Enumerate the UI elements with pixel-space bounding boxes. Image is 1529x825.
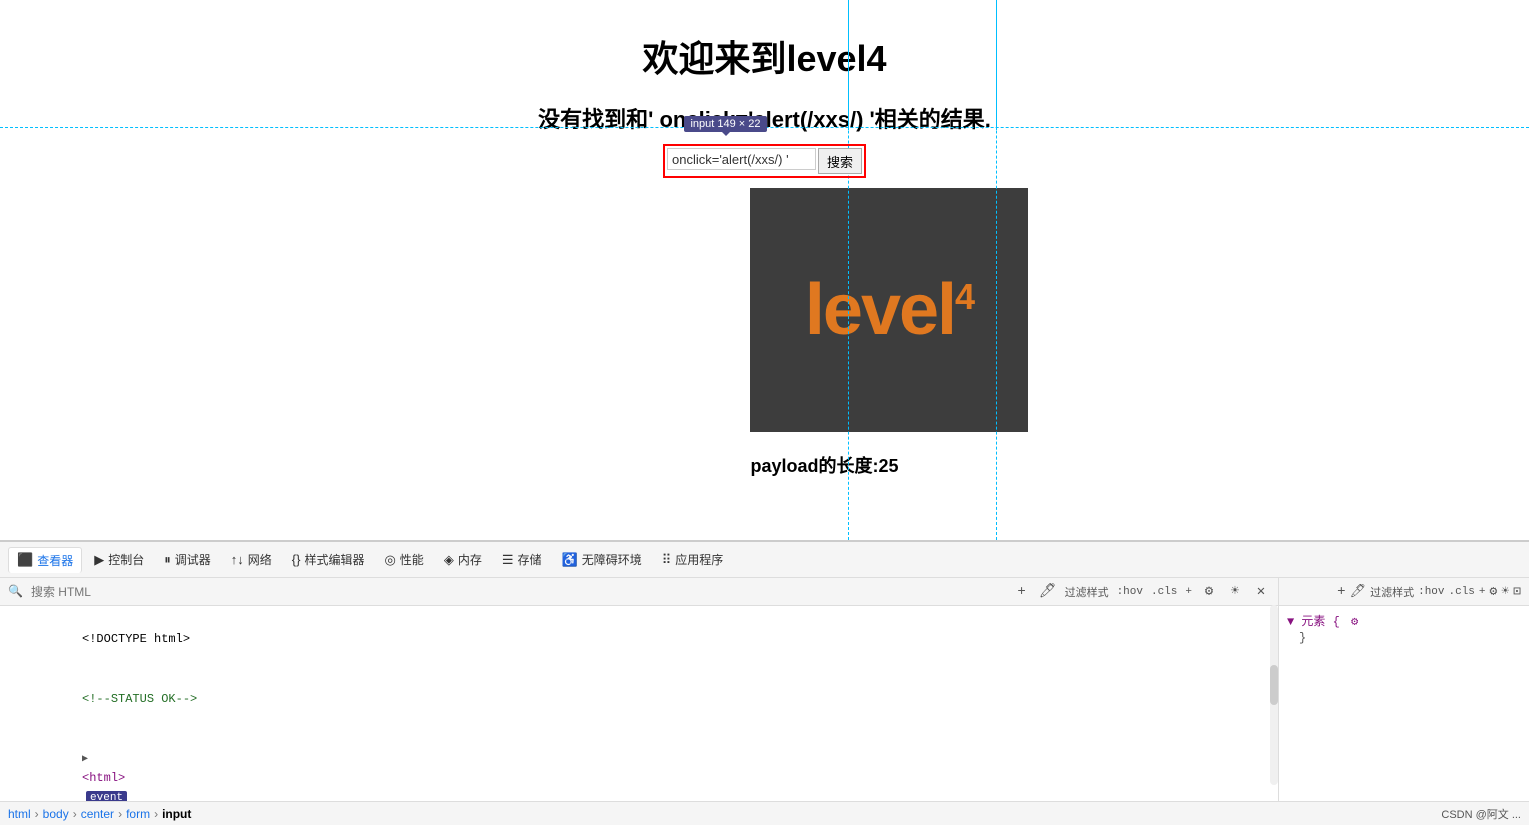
accessibility-icon: ♿ — [562, 552, 578, 568]
styles-content: ▼ 元素 { ⚙ } — [1279, 606, 1529, 651]
level4-image: level4 — [750, 188, 1028, 432]
html-panel[interactable]: 🔍 + 🖊 过滤样式 :hov .cls + ⚙ ☀ ✕ <! — [0, 578, 1279, 801]
class-button[interactable]: .cls — [1151, 586, 1177, 598]
devtools-right-tools: + 🖊 过滤样式 :hov .cls + ⚙ ☀ ✕ — [1013, 583, 1270, 601]
inspector-icon: ⬛ — [17, 552, 33, 568]
styles-selector: ▼ 元素 { ⚙ — [1287, 612, 1521, 629]
debugger-icon: ⏸ — [164, 552, 171, 568]
overflow-styles-icon[interactable]: ⊡ — [1513, 584, 1521, 599]
html-panel-toolbar: 🔍 + 🖊 过滤样式 :hov .cls + ⚙ ☀ ✕ — [0, 578, 1278, 606]
main-page: 欢迎来到level4 没有找到和' onclick='alert(/xxs/) … — [0, 0, 1529, 540]
search-html-input[interactable] — [31, 585, 1005, 599]
tab-style-editor[interactable]: {} 样式编辑器 — [284, 547, 373, 572]
search-form-wrapper: 搜索 — [663, 144, 866, 178]
memory-icon: ◈ — [444, 552, 454, 568]
network-icon: ↑↓ — [231, 552, 244, 567]
html-line-comment[interactable]: <!--STATUS OK--> — [8, 670, 1270, 730]
console-icon: ▶ — [94, 552, 104, 568]
styles-panel-toolbar: + 🖊 过滤样式 :hov .cls + ⚙ ☀ ⊡ — [1279, 578, 1529, 606]
storage-icon: ☰ — [502, 552, 514, 568]
close-icon[interactable]: ✕ — [1252, 583, 1270, 601]
pick-element-button[interactable]: 🖊 — [1039, 583, 1057, 601]
styles-toolbar-right: + 🖊 过滤样式 :hov .cls + ⚙ ☀ ⊡ — [1287, 584, 1521, 600]
watermark: CSDN @阿文 ... — [1441, 806, 1521, 822]
theme-styles-icon[interactable]: ☀ — [1501, 584, 1509, 599]
performance-icon: ◎ — [384, 552, 395, 568]
styles-panel: + 🖊 过滤样式 :hov .cls + ⚙ ☀ ⊡ ▼ 元素 { ⚙ } — [1279, 578, 1529, 801]
breadcrumb-html[interactable]: html — [8, 807, 31, 821]
search-button[interactable]: 搜索 — [818, 148, 862, 174]
devtools-panel: ⬛ 查看器 ▶ 控制台 ⏸ 调试器 ↑↓ 网络 {} 样式编辑器 ◎ 性能 ◈ … — [0, 540, 1529, 825]
scrollbar-track — [1270, 605, 1278, 785]
filter-styles-text: 过滤样式 — [1370, 584, 1414, 600]
breadcrumb-form[interactable]: form — [126, 807, 150, 821]
tab-storage[interactable]: ☰ 存储 — [494, 547, 550, 572]
html-line-doctype[interactable]: <!DOCTYPE html> — [8, 610, 1270, 670]
styles-rule: } — [1287, 631, 1521, 645]
pseudo-class-button[interactable]: :hov — [1117, 586, 1143, 598]
search-icon: 🔍 — [8, 584, 23, 599]
styles-pick-element[interactable]: 🖊 — [1350, 584, 1367, 599]
input-tooltip: input 149 × 22 — [684, 116, 766, 132]
breadcrumb-center[interactable]: center — [81, 807, 114, 821]
devtools-content: 🔍 + 🖊 过滤样式 :hov .cls + ⚙ ☀ ✕ <! — [0, 578, 1529, 801]
add-styles[interactable]: + — [1479, 586, 1486, 598]
html-content: <!DOCTYPE html> <!--STATUS OK--> ▶ <html… — [0, 606, 1278, 801]
application-icon: ⠿ — [662, 552, 672, 568]
scrollbar-thumb[interactable] — [1270, 665, 1278, 705]
tab-inspector[interactable]: ⬛ 查看器 — [8, 547, 82, 573]
add-node-button[interactable]: + — [1013, 583, 1031, 601]
settings-icon[interactable]: ⚙ — [1200, 583, 1218, 601]
style-editor-icon: {} — [292, 552, 301, 567]
styles-rule-settings-icon[interactable]: ⚙ — [1351, 615, 1358, 629]
tab-console[interactable]: ▶ 控制台 — [86, 547, 152, 572]
tab-performance[interactable]: ◎ 性能 — [376, 547, 431, 572]
settings-styles-icon[interactable]: ⚙ — [1490, 584, 1498, 599]
breadcrumb-body[interactable]: body — [43, 807, 69, 821]
html-line-html[interactable]: ▶ <html> event — [8, 729, 1270, 801]
tab-network[interactable]: ↑↓ 网络 — [223, 547, 280, 572]
tab-debugger[interactable]: ⏸ 调试器 — [156, 547, 219, 572]
devtools-toolbar: ⬛ 查看器 ▶ 控制台 ⏸ 调试器 ↑↓ 网络 {} 样式编辑器 ◎ 性能 ◈ … — [0, 542, 1529, 578]
breadcrumb-bar: html › body › center › form › input CSDN… — [0, 801, 1529, 825]
add-rule-button[interactable]: + — [1185, 586, 1192, 598]
search-input[interactable] — [667, 148, 816, 170]
pseudo-class-styles[interactable]: :hov — [1418, 586, 1444, 598]
search-form-container: input 149 × 22 搜索 — [663, 144, 866, 178]
tab-accessibility[interactable]: ♿ 无障碍环境 — [554, 547, 650, 572]
tab-memory[interactable]: ◈ 内存 — [436, 547, 490, 572]
page-title: 欢迎来到level4 — [0, 0, 1529, 82]
payload-info: payload的长度:25 — [120, 452, 1529, 478]
styles-add-rule[interactable]: + — [1337, 584, 1345, 600]
breadcrumb-input[interactable]: input — [162, 807, 191, 821]
filter-styles-label: 过滤样式 — [1065, 584, 1109, 600]
search-area: input 149 × 22 搜索 — [0, 144, 1529, 178]
level4-logo-text: level4 — [805, 269, 973, 351]
class-styles[interactable]: .cls — [1449, 586, 1475, 598]
tab-application[interactable]: ⠿ 应用程序 — [654, 547, 732, 572]
theme-icon[interactable]: ☀ — [1226, 583, 1244, 601]
